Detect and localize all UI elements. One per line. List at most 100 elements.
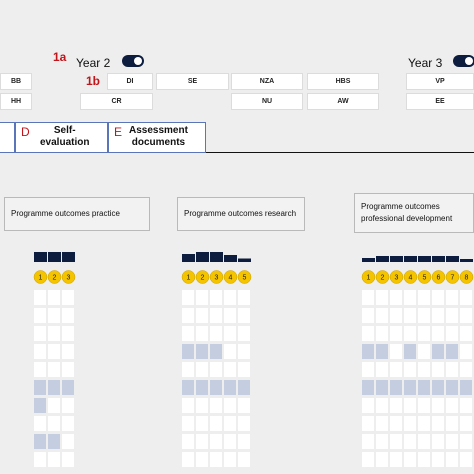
grid-cell: [34, 308, 46, 323]
course-chip-di[interactable]: DI: [107, 73, 153, 90]
grid-cell: [224, 308, 236, 323]
grid-cell: [418, 326, 430, 341]
grid-cell: [404, 290, 416, 305]
grid-cell: [446, 308, 458, 323]
grid-cell: [48, 434, 60, 449]
course-chip-bb[interactable]: BB: [0, 73, 32, 90]
outcome-number-label: 3: [395, 275, 399, 282]
grid-cell: [404, 344, 416, 359]
grid-cell: [34, 344, 46, 359]
grid-cell: [404, 380, 416, 395]
course-chip-hh[interactable]: HH: [0, 93, 32, 110]
grid-cell: [210, 344, 222, 359]
grid-cell: [62, 290, 74, 305]
grid-cell: [224, 434, 236, 449]
grid-cell: [432, 416, 444, 431]
tab-assessment-documents[interactable]: E Assessment documents: [108, 122, 206, 153]
programme-outcomes-practice-box[interactable]: Programme outcomes practice: [4, 197, 150, 231]
grid-cell: [418, 398, 430, 413]
progress-bar: [182, 254, 195, 262]
grid-cell: [404, 398, 416, 413]
grid-cell: [460, 308, 472, 323]
grid-cell: [210, 362, 222, 377]
outcome-number-label: 8: [465, 275, 469, 282]
grid-cell: [390, 326, 402, 341]
grid-cell: [48, 326, 60, 341]
tab-partial[interactable]: [0, 122, 15, 153]
grid-cell: [62, 452, 74, 467]
grid-cell: [196, 434, 208, 449]
grid-cell: [48, 290, 60, 305]
grid-cell: [210, 326, 222, 341]
grid-cell: [182, 290, 194, 305]
course-chip-hbs[interactable]: HBS: [307, 73, 379, 90]
progress-bar: [34, 252, 47, 262]
course-chip-se[interactable]: SE: [156, 73, 229, 90]
grid-cell: [196, 452, 208, 467]
grid-cell: [376, 452, 388, 467]
grid-cell: [34, 380, 46, 395]
grid-cell: [432, 452, 444, 467]
grid-cell: [460, 452, 472, 467]
grid-cell: [376, 308, 388, 323]
grid-cell: [376, 362, 388, 377]
grid-cell: [432, 326, 444, 341]
grid-cell: [390, 380, 402, 395]
grid-cell: [196, 380, 208, 395]
grid-cell: [446, 434, 458, 449]
grid-cell: [390, 452, 402, 467]
grid-cell: [182, 326, 194, 341]
grid-cell: [210, 380, 222, 395]
course-chip-nza[interactable]: NZA: [231, 73, 303, 90]
grid-cell: [460, 326, 472, 341]
outcome-number-label: 3: [215, 275, 219, 282]
grid-cell: [460, 344, 472, 359]
programme-box-label: Programme outcomes practice: [11, 209, 120, 218]
year2-label: Year 2: [76, 56, 111, 70]
grid-cell: [224, 380, 236, 395]
grid-cell: [210, 434, 222, 449]
tab-letter: E: [114, 125, 123, 139]
grid-cell: [460, 290, 472, 305]
course-chip-nu[interactable]: NU: [231, 93, 303, 110]
course-chip-ee[interactable]: EE: [406, 93, 474, 110]
grid-cell: [182, 452, 194, 467]
grid-cell: [376, 398, 388, 413]
outcome-number-label: 1: [367, 275, 371, 282]
progress-bar: [362, 258, 375, 262]
grid-cell: [390, 416, 402, 431]
grid-cell: [362, 416, 374, 431]
grid-cell: [404, 362, 416, 377]
grid-cell: [182, 416, 194, 431]
grid-cell: [418, 308, 430, 323]
grid-cell: [196, 398, 208, 413]
grid-cell: [376, 434, 388, 449]
grid-cell: [48, 380, 60, 395]
course-chip-vp[interactable]: VP: [406, 73, 474, 90]
grid-cell: [210, 452, 222, 467]
grid-cell: [362, 398, 374, 413]
outcome-number-label: 6: [437, 275, 441, 282]
tab-self-evaluation[interactable]: D Self- evaluation: [15, 122, 108, 153]
grid-cell: [224, 344, 236, 359]
grid-cell: [182, 362, 194, 377]
grid-cell: [62, 380, 74, 395]
grid-cell: [460, 416, 472, 431]
year2-toggle[interactable]: [122, 55, 144, 67]
grid-cell: [446, 362, 458, 377]
grid-cell: [224, 452, 236, 467]
year3-toggle[interactable]: [453, 55, 474, 67]
grid-cell: [224, 326, 236, 341]
grid-cell: [210, 308, 222, 323]
programme-box-label: Programme outcomes professional developm…: [361, 202, 453, 223]
grid-cell: [418, 362, 430, 377]
course-chip-aw[interactable]: AW: [307, 93, 379, 110]
grid-cell: [238, 380, 250, 395]
grid-cell: [48, 344, 60, 359]
course-chip-cr[interactable]: CR: [80, 93, 153, 110]
grid-cell: [432, 308, 444, 323]
grid-cell: [418, 344, 430, 359]
grid-cell: [182, 380, 194, 395]
programme-outcomes-professional-development-box[interactable]: Programme outcomes professional developm…: [354, 193, 474, 233]
programme-outcomes-research-box[interactable]: Programme outcomes research: [177, 197, 305, 231]
